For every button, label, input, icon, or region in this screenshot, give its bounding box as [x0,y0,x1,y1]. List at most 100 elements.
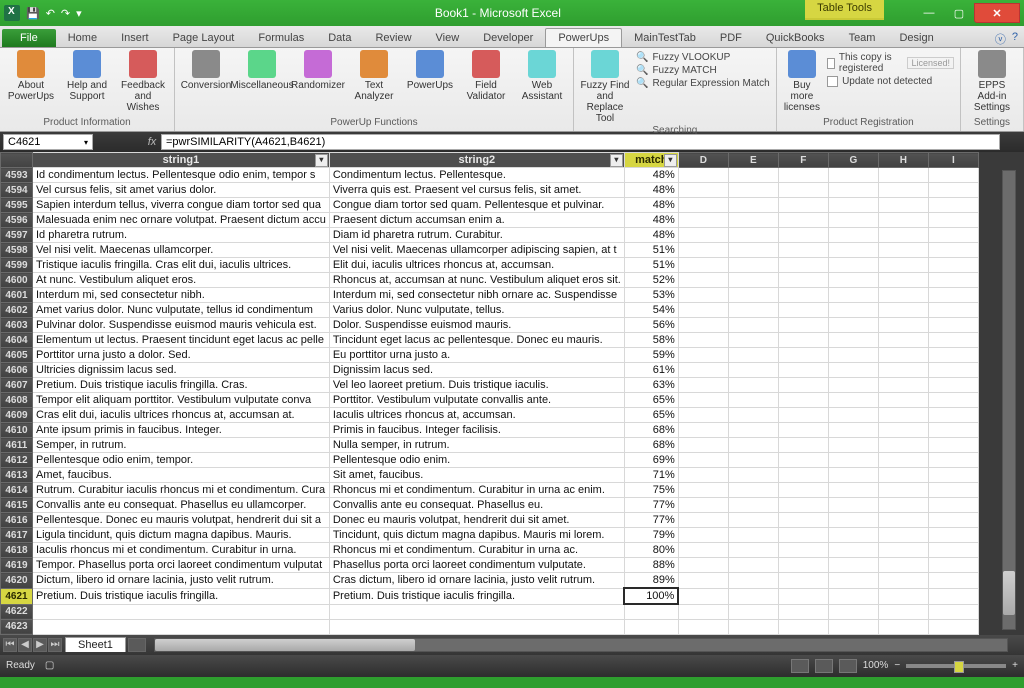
cell-string2[interactable]: Primis in faucibus. Integer facilisis. [329,423,624,438]
row-header[interactable]: 4596 [1,213,33,228]
cell-string1[interactable]: Cras elit dui, iaculis ultrices rhoncus … [33,408,330,423]
cell-string1[interactable]: Iaculis rhoncus mi et condimentum. Curab… [33,543,330,558]
cell-string1[interactable]: Vel nisi velit. Maecenas ullamcorper. [33,243,330,258]
cell-string2[interactable]: Rhoncus at, accumsan at nunc. Vestibulum… [329,273,624,288]
cell-string2[interactable]: Dolor. Suspendisse euismod mauris. [329,318,624,333]
cell-string1[interactable]: Tristique iaculis fringilla. Cras elit d… [33,258,330,273]
cell-string2[interactable]: Varius dolor. Nunc vulputate, tellus. [329,303,624,318]
cell-string2[interactable]: Iaculis ultrices rhoncus at, accumsan. [329,408,624,423]
table-row[interactable]: 4607Pretium. Duis tristique iaculis frin… [1,378,979,393]
fx-icon[interactable]: fx [143,136,161,148]
col-D[interactable]: D [678,153,728,168]
table-row[interactable]: 4598Vel nisi velit. Maecenas ullamcorper… [1,243,979,258]
tab-powerups[interactable]: PowerUps [545,28,622,47]
row-header[interactable]: 4608 [1,393,33,408]
cell-match[interactable]: 52% [624,273,678,288]
row-header[interactable]: 4622 [1,604,33,619]
cell-match[interactable]: 59% [624,348,678,363]
table-row[interactable]: 4600At nunc. Vestibulum aliquet eros.Rho… [1,273,979,288]
help-icon[interactable]: ? [1012,31,1018,47]
epps-settings-button[interactable]: EPPS Add-in Settings [967,50,1017,113]
cell-match[interactable]: 54% [624,303,678,318]
column-header-string2[interactable]: string2 [329,153,624,168]
row-header[interactable]: 4607 [1,378,33,393]
nav-first-icon[interactable]: ⏮ [3,638,17,652]
row-header[interactable]: 4602 [1,303,33,318]
tab-pdf[interactable]: PDF [708,29,754,47]
col-G[interactable]: G [828,153,878,168]
cell-string2[interactable]: Eu porttitor urna justo a. [329,348,624,363]
row-header[interactable]: 4600 [1,273,33,288]
cell-string1[interactable]: At nunc. Vestibulum aliquet eros. [33,273,330,288]
cell-match[interactable]: 51% [624,243,678,258]
cell-string1[interactable]: Ultricies dignissim lacus sed. [33,363,330,378]
worksheet-grid[interactable]: string1 string2 match D E F G H I 4593Id… [0,152,1024,635]
cell-match[interactable]: 77% [624,513,678,528]
cell-string2[interactable]: Praesent dictum accumsan enim a. [329,213,624,228]
cell-string2[interactable]: Nulla semper, in rutrum. [329,438,624,453]
scroll-thumb[interactable] [155,639,415,651]
cell-string2[interactable]: Interdum mi, sed consectetur nibh ornare… [329,288,624,303]
cell-match[interactable]: 65% [624,408,678,423]
buy-licenses-button[interactable]: Buy more licenses [783,50,821,113]
table-row[interactable]: 4612Pellentesque odio enim, tempor.Pelle… [1,453,979,468]
cell-string2[interactable]: Rhoncus mi et condimentum. Curabitur in … [329,543,624,558]
view-normal-icon[interactable] [791,659,809,673]
qat-undo-icon[interactable]: ↶ [46,7,55,20]
cell-match[interactable]: 80% [624,543,678,558]
table-row[interactable]: 4621Pretium. Duis tristique iaculis frin… [1,588,979,604]
cell-string1[interactable]: Elementum ut lectus. Praesent tincidunt … [33,333,330,348]
cell-string2[interactable]: Condimentum lectus. Pellentesque. [329,168,624,183]
table-row[interactable]: 4599Tristique iaculis fringilla. Cras el… [1,258,979,273]
tab-quickbooks[interactable]: QuickBooks [754,29,837,47]
cell-match[interactable]: 71% [624,468,678,483]
row-header[interactable]: 4595 [1,198,33,213]
cell-match[interactable]: 63% [624,378,678,393]
row-header[interactable]: 4623 [1,619,33,634]
table-row[interactable]: 4604Elementum ut lectus. Praesent tincid… [1,333,979,348]
row-header[interactable]: 4612 [1,453,33,468]
tab-formulas[interactable]: Formulas [246,29,316,47]
tab-insert[interactable]: Insert [109,29,161,47]
col-F[interactable]: F [778,153,828,168]
cell-string1[interactable]: Id condimentum lectus. Pellentesque odio… [33,168,330,183]
cell-string1[interactable]: Ligula tincidunt, quis dictum magna dapi… [33,528,330,543]
conversion-button[interactable]: Conversion [181,50,231,91]
search-option[interactable]: 🔍Fuzzy VLOOKUP [636,52,770,63]
filter-icon[interactable] [610,154,623,167]
row-header[interactable]: 4605 [1,348,33,363]
chevron-down-icon[interactable]: ▾ [84,138,88,147]
cell-string2[interactable]: Sit amet, faucibus. [329,468,624,483]
cell-match[interactable]: 51% [624,258,678,273]
cell-string2[interactable]: Viverra quis est. Praesent vel cursus fe… [329,183,624,198]
table-row[interactable]: 4603Pulvinar dolor. Suspendisse euismod … [1,318,979,333]
table-row[interactable]: 4623 [1,619,979,634]
row-header[interactable]: 4619 [1,558,33,573]
cell-string2[interactable]: Convallis ante eu consequat. Phasellus e… [329,498,624,513]
cell-string2[interactable]: Elit dui, iaculis ultrices rhoncus at, a… [329,258,624,273]
cell-string2[interactable]: Tincidunt, quis dictum magna dapibus. Ma… [329,528,624,543]
row-header[interactable]: 4598 [1,243,33,258]
cell-string2[interactable]: Phasellus porta orci laoreet condimentum… [329,558,624,573]
row-header[interactable]: 4611 [1,438,33,453]
table-row[interactable]: 4611Semper, in rutrum.Nulla semper, in r… [1,438,979,453]
cell-string1[interactable]: Tempor elit aliquam porttitor. Vestibulu… [33,393,330,408]
cell-string1[interactable]: Id pharetra rutrum. [33,228,330,243]
row-header[interactable]: 4618 [1,543,33,558]
maximize-button[interactable]: ▢ [944,3,974,23]
view-page-break-icon[interactable] [839,659,857,673]
cell-string2[interactable]: Vel leo laoreet pretium. Duis tristique … [329,378,624,393]
table-row[interactable]: 4593Id condimentum lectus. Pellentesque … [1,168,979,183]
cell-string2[interactable]: Dignissim lacus sed. [329,363,624,378]
field-validator-button[interactable]: Field Validator [461,50,511,102]
cell-string1[interactable]: Ante ipsum primis in faucibus. Integer. [33,423,330,438]
cell-match[interactable]: 48% [624,183,678,198]
cell-string1[interactable]: Amet, faucibus. [33,468,330,483]
cell-string1[interactable]: Malesuada enim nec ornare volutpat. Prae… [33,213,330,228]
select-all[interactable] [1,153,33,168]
qat-save-icon[interactable]: 💾 [26,7,40,20]
table-row[interactable]: 4602Amet varius dolor. Nunc vulputate, t… [1,303,979,318]
cell-match[interactable]: 48% [624,213,678,228]
close-button[interactable]: ✕ [974,3,1020,23]
cell-string1[interactable]: Porttitor urna justo a dolor. Sed. [33,348,330,363]
